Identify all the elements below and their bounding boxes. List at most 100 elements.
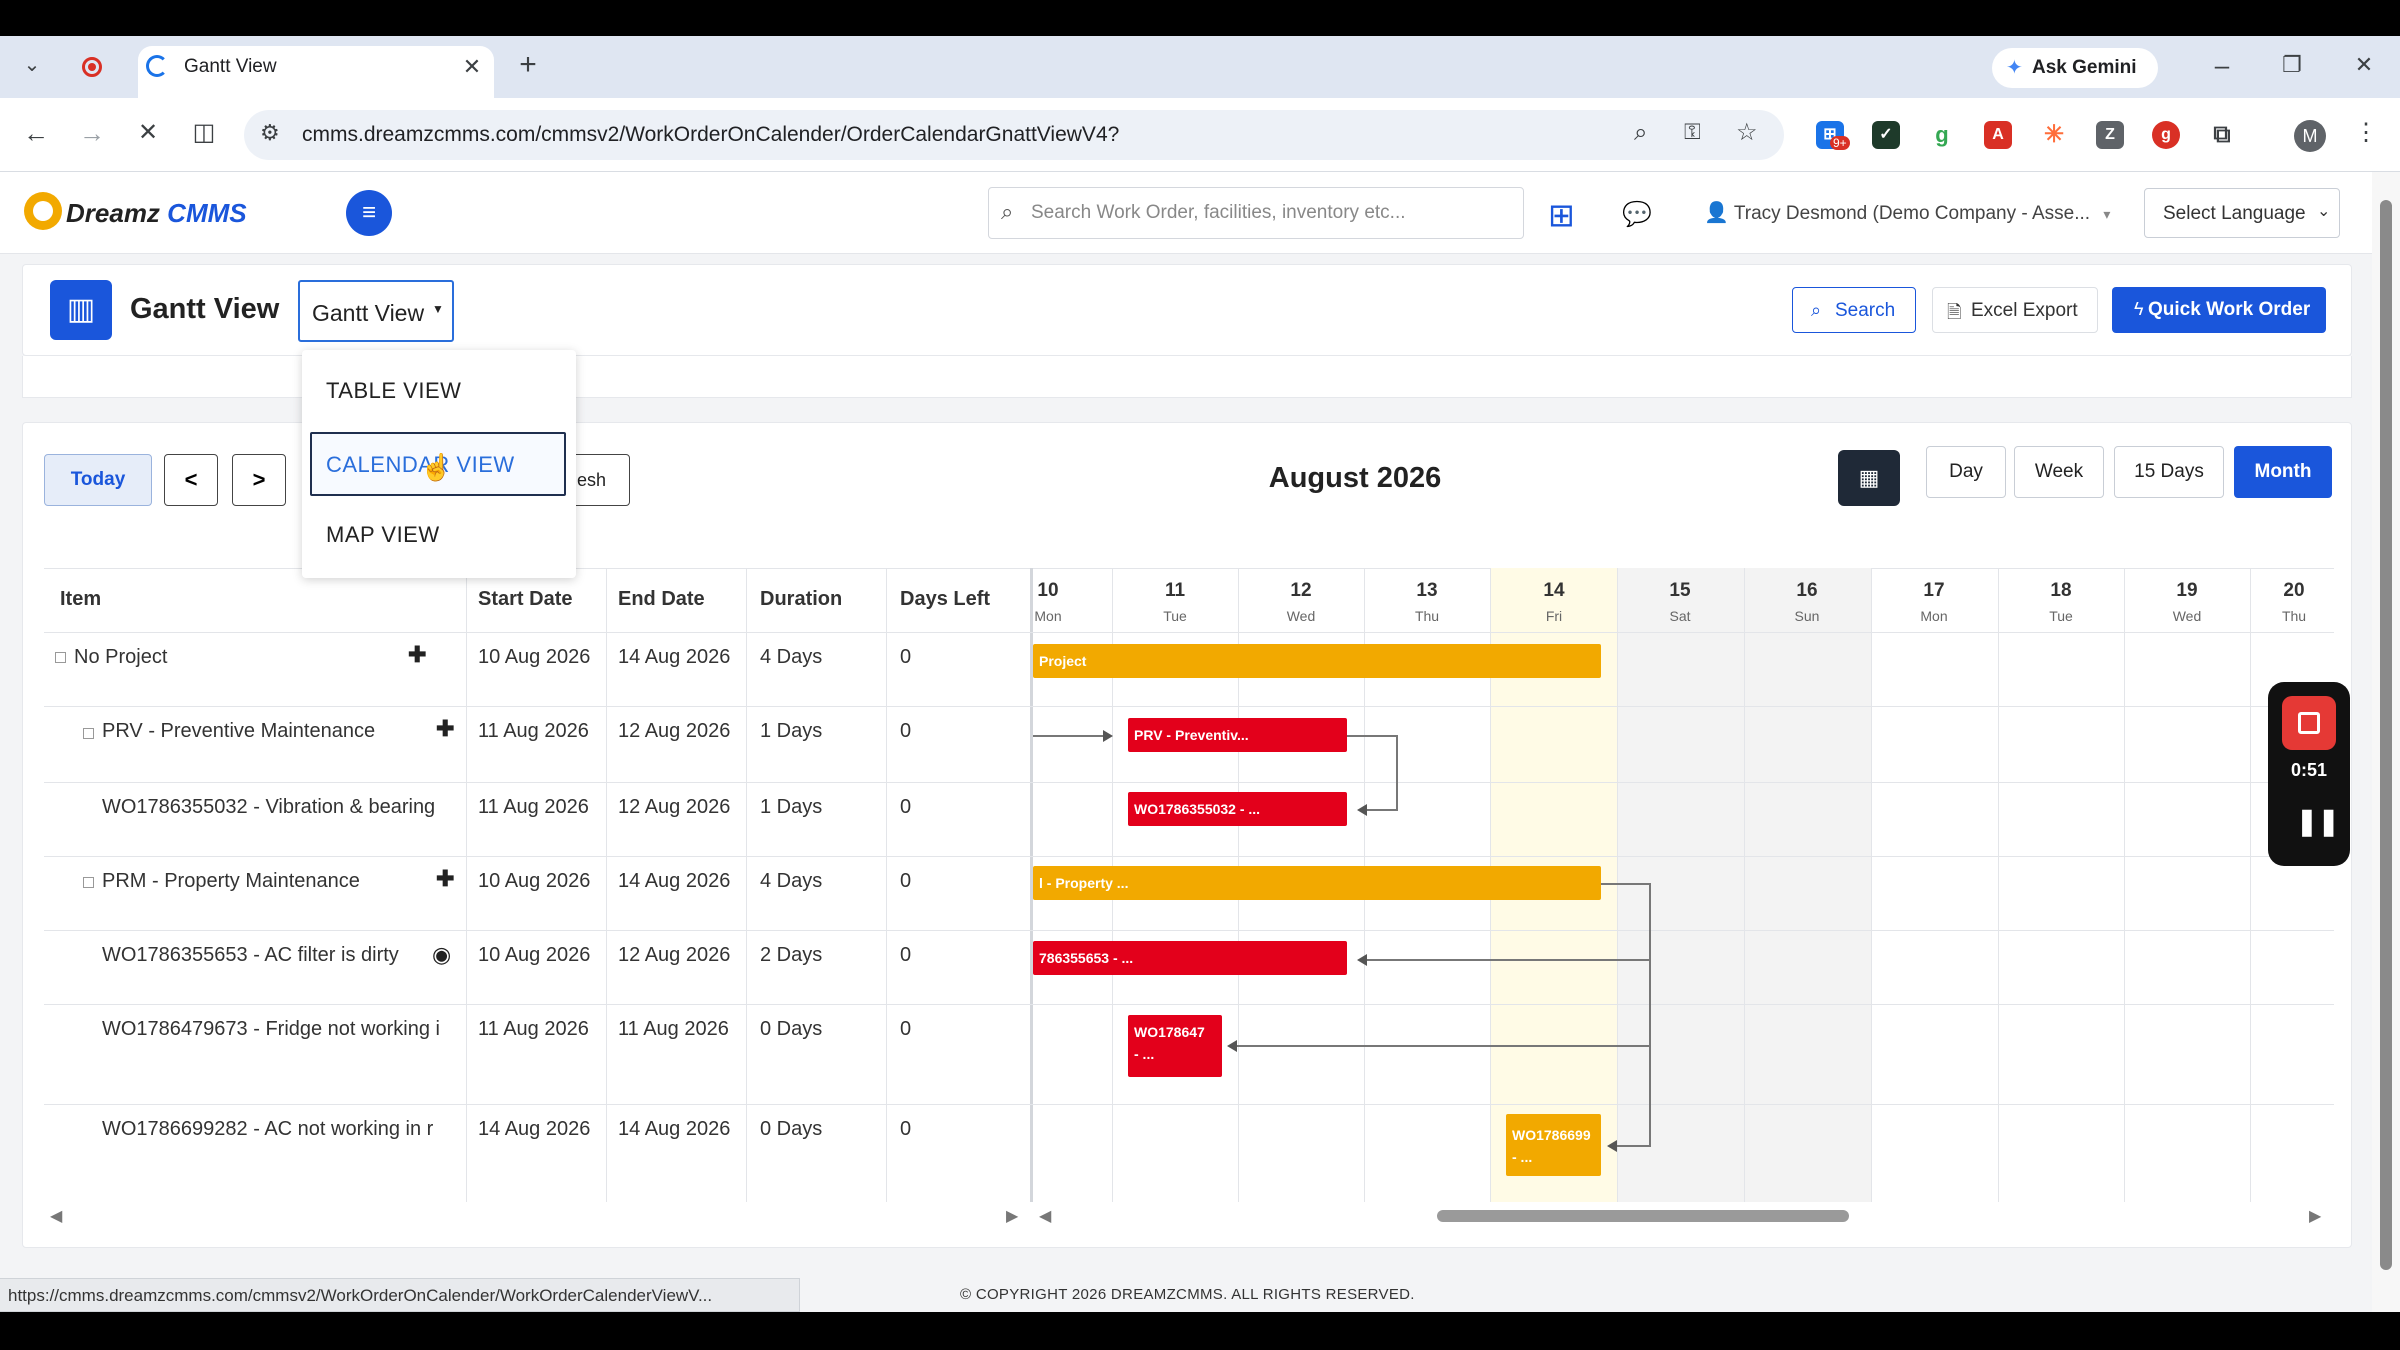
day-name: Wed	[1286, 608, 1316, 624]
extension-icon-2[interactable]: ✓	[1872, 121, 1900, 149]
recording-timer: 0:51	[2290, 760, 2328, 780]
row-start-date: 11 Aug 2026	[478, 1018, 589, 1040]
restore-icon[interactable]: ❐	[2274, 50, 2310, 80]
global-search-input[interactable]: ⌕ Search Work Order, facilities, invento…	[988, 187, 1524, 239]
scroll-left-icon[interactable]: ◀	[1039, 1206, 1051, 1226]
calendar-icon[interactable]: ▦	[1838, 450, 1900, 506]
today-button[interactable]: Today	[44, 454, 152, 506]
add-icon[interactable]: ✚	[436, 866, 454, 892]
gantt-bar-wo1786355653[interactable]: 786355653 - ...	[1033, 941, 1347, 975]
row-item-name[interactable]: WO1786479673 - Fridge not working i	[102, 1018, 458, 1041]
row-start-date: 10 Aug 2026	[478, 944, 591, 966]
prev-button[interactable]: <	[164, 454, 218, 506]
gantt-bar-no-project[interactable]: Project	[1033, 644, 1601, 678]
language-select[interactable]: Select Language ⌄	[2144, 188, 2340, 238]
collapse-toggle[interactable]	[83, 877, 94, 888]
site-info-icon[interactable]: ⚙	[260, 120, 280, 146]
row-duration: 1 Days	[760, 720, 823, 742]
day-name: Fri	[1545, 608, 1563, 624]
scale-week-button[interactable]: Week	[2014, 446, 2104, 498]
split-view-icon[interactable]: ◫	[186, 118, 222, 148]
row-item-name[interactable]: WO1786355653 - AC filter is dirty	[102, 944, 399, 967]
gantt-bar-wo1786699282[interactable]: WO1786699 - ...	[1506, 1114, 1601, 1176]
timeline-scroll-thumb[interactable]	[1437, 1210, 1849, 1222]
row-item-name[interactable]: No Project	[74, 646, 167, 669]
add-icon[interactable]: ✚	[436, 716, 454, 742]
ask-gemini-button[interactable]: ✦ Ask Gemini	[1992, 48, 2158, 88]
extension-badge: 9+	[1830, 136, 1850, 150]
col-divider	[886, 568, 887, 1202]
page-scrollbar[interactable]	[2372, 172, 2400, 1312]
row-duration: 4 Days	[760, 870, 823, 892]
scroll-right-icon[interactable]: ▶	[2309, 1206, 2321, 1226]
gantt-bar-prv[interactable]: PRV - Preventiv...	[1128, 718, 1347, 752]
menu-item-table-view[interactable]: TABLE VIEW	[326, 378, 461, 404]
extension-icon-3[interactable]: g	[1928, 121, 1956, 149]
tab-close-icon[interactable]: ✕	[454, 52, 490, 82]
row-start-date: 10 Aug 2026	[478, 870, 591, 892]
timeline-hscroll[interactable]: ◀ ▶	[1033, 1202, 2333, 1232]
url-text[interactable]: cmms.dreamzcmms.com/cmmsv2/WorkOrderOnCa…	[302, 123, 1119, 147]
tab-search-icon[interactable]: ⌄	[14, 50, 50, 80]
col-divider	[606, 568, 607, 1202]
gantt-bar-wo1786479673[interactable]: WO178647⁠ - ...	[1128, 1015, 1222, 1077]
search-btn-icon: ⌕	[1811, 300, 1822, 320]
zoom-icon[interactable]: ⌕	[1634, 119, 1647, 147]
day-name: Mon	[1034, 608, 1062, 624]
close-window-icon[interactable]: ✕	[2346, 50, 2382, 80]
row-days-left: 0	[900, 646, 912, 668]
status-url: https://cmms.dreamzcmms.com/cmmsv2/WorkO…	[8, 1286, 713, 1305]
profile-avatar[interactable]: M	[2294, 120, 2326, 152]
grid-hscroll[interactable]: ◀ ▶	[44, 1202, 1030, 1232]
gemini-icon: ✦	[2006, 57, 2023, 79]
back-icon[interactable]: ←	[18, 118, 54, 148]
search-button[interactable]: ⌕ Search	[1792, 287, 1916, 333]
dreamz-logo-icon	[24, 192, 62, 230]
scroll-right-icon[interactable]: ▶	[1006, 1206, 1018, 1226]
extensions-puzzle-icon[interactable]: ⧉	[2208, 121, 2236, 149]
chevron-down-icon: ⌄	[2317, 203, 2331, 220]
row-item-name[interactable]: WO1786699282 - AC not working in r	[102, 1118, 458, 1141]
extension-icon-5[interactable]: ✳	[2040, 121, 2068, 149]
address-bar[interactable]: ⚙ cmms.dreamzcmms.com/cmmsv2/WorkOrderOn…	[244, 110, 1784, 160]
scale-day-button[interactable]: Day	[1926, 446, 2006, 498]
row-item-name[interactable]: PRM - Property Maintenance	[102, 870, 360, 893]
search-button-label: Search	[1835, 300, 1896, 321]
extension-icon-7[interactable]: g	[2152, 121, 2180, 149]
quick-work-order-button[interactable]: ϟ Quick Work Order	[2112, 287, 2326, 333]
gantt-bar-wo1786355032[interactable]: WO1786355032 - ...	[1128, 792, 1347, 826]
qr-scan-icon[interactable]: ⊞	[1548, 196, 1575, 234]
excel-export-button[interactable]: 🗎 Excel Export	[1932, 287, 2098, 333]
row-item-name[interactable]: WO1786355032 - Vibration & bearing	[102, 796, 435, 819]
row-start-date: 11 Aug 2026	[478, 796, 589, 818]
password-key-icon[interactable]: ⚿	[1684, 119, 1701, 145]
chat-icon[interactable]: 💬	[1622, 200, 1652, 229]
add-icon[interactable]: ✚	[408, 642, 426, 668]
stop-recording-button[interactable]	[2282, 696, 2336, 750]
stop-icon[interactable]: ✕	[130, 118, 166, 148]
view-dropdown[interactable]: Gantt View ▼	[298, 280, 454, 342]
gantt-bar-prm[interactable]: l - Property ...	[1033, 866, 1601, 900]
extension-icon-6[interactable]: Z	[2096, 121, 2124, 149]
menu-toggle-icon[interactable]: ≡	[346, 190, 392, 236]
collapse-toggle[interactable]	[55, 652, 66, 663]
user-menu[interactable]: 👤 Tracy Desmond (Demo Company - Asse... …	[1704, 200, 2110, 225]
new-tab-icon[interactable]: +	[510, 50, 546, 80]
pdf-extension-icon[interactable]: A	[1984, 121, 2012, 149]
day-number: 10	[1037, 580, 1059, 601]
eye-icon[interactable]: ◉	[432, 942, 451, 968]
pause-icon[interactable]: ❚❚	[2296, 806, 2340, 837]
scale-15days-button[interactable]: 15 Days	[2114, 446, 2224, 498]
app-logo[interactable]: Dreamz CMMS	[66, 198, 247, 229]
scale-month-button[interactable]: Month	[2234, 446, 2332, 498]
next-button[interactable]: >	[232, 454, 286, 506]
forward-icon[interactable]: →	[74, 118, 110, 148]
bookmark-star-icon[interactable]: ☆	[1736, 118, 1758, 147]
row-item-name[interactable]: PRV - Preventive Maintenance	[102, 720, 375, 743]
day-name: Tue	[1163, 608, 1187, 624]
scroll-left-icon[interactable]: ◀	[50, 1206, 62, 1226]
menu-item-map-view[interactable]: MAP VIEW	[326, 522, 440, 548]
minimize-icon[interactable]: –	[2204, 50, 2240, 80]
collapse-toggle[interactable]	[83, 728, 94, 739]
browser-menu-icon[interactable]: ⋮	[2348, 118, 2384, 148]
